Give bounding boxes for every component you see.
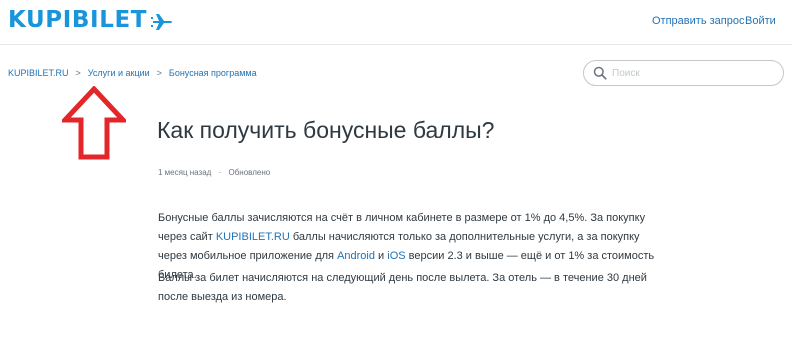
article-title: Как получить бонусные баллы?	[157, 117, 495, 143]
site-link[interactable]: KUPIBILET.RU	[216, 231, 290, 243]
android-link[interactable]: Android	[337, 250, 375, 262]
logo[interactable]: KUPIBILET	[8, 7, 173, 33]
breadcrumb-separator: >	[75, 68, 81, 78]
breadcrumb-separator: >	[156, 68, 162, 78]
search-box[interactable]	[583, 60, 784, 86]
plane-icon	[151, 13, 173, 30]
logo-text: KUPIBILET	[8, 7, 148, 33]
search-input[interactable]	[612, 65, 772, 81]
breadcrumb-item-bonus-program[interactable]: Бонусная программа	[169, 68, 257, 78]
search-icon	[593, 66, 607, 80]
posted-time: 1 месяц назад	[158, 168, 212, 177]
submit-request-link[interactable]: Отправить запрос	[652, 15, 744, 27]
updated-label: Обновлено	[228, 168, 271, 177]
login-link[interactable]: Войти	[745, 15, 776, 27]
red-arrow-up-icon	[62, 86, 126, 160]
site-header: KUPIBILET Отправить запрос Войти	[0, 0, 792, 45]
ios-link[interactable]: iOS	[387, 250, 405, 262]
article-paragraph-2: Баллы за билет начисляются на следующий …	[158, 272, 647, 303]
breadcrumb-item-services[interactable]: Услуги и акции	[88, 68, 150, 78]
article-meta: 1 месяц назад · Обновлено	[158, 168, 270, 177]
meta-separator: ·	[218, 168, 222, 177]
paragraph-text: и	[374, 250, 388, 262]
breadcrumb-item-home[interactable]: KUPIBILET.RU	[8, 68, 69, 78]
breadcrumb: KUPIBILET.RU > Услуги и акции > Бонусная…	[8, 68, 257, 78]
